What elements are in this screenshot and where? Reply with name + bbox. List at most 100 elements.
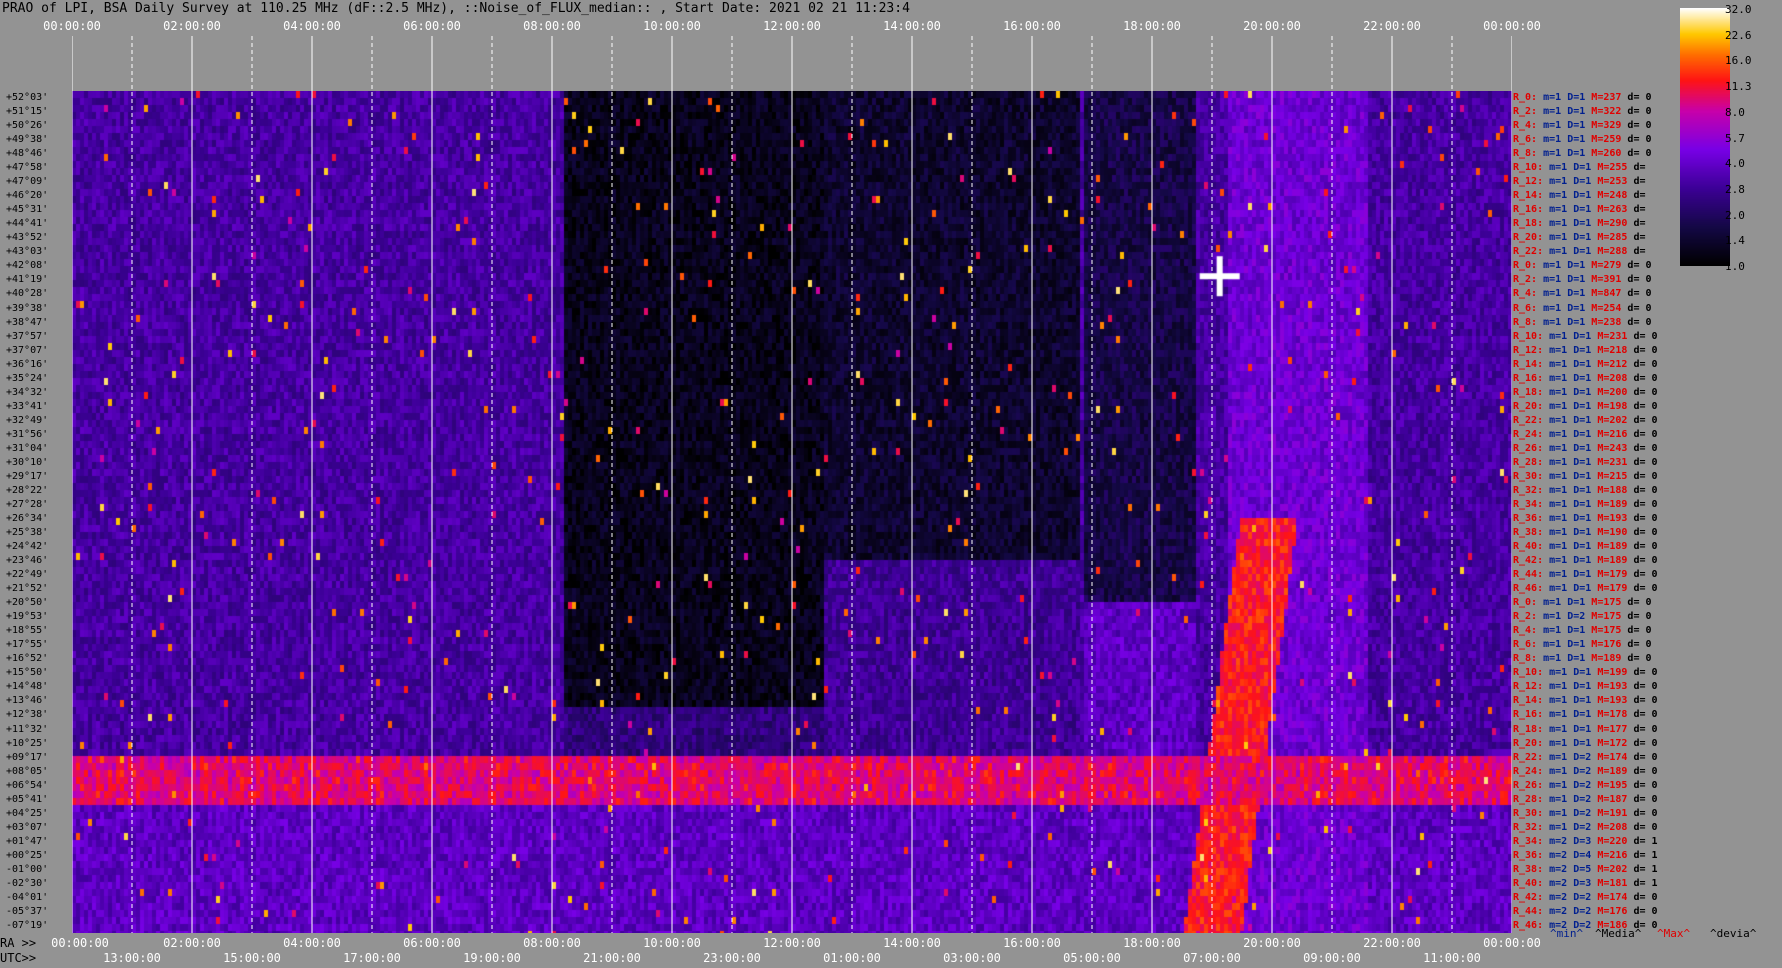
declination-label: +21°52' <box>6 583 49 595</box>
row-stat-field: m=1 <box>1543 498 1568 510</box>
row-stat-field: D=1 <box>1567 498 1592 510</box>
row-stat-field: d= 0 <box>1627 667 1658 679</box>
x-ra-tick-label: 02:00:00 <box>163 936 221 950</box>
row-stat-field: R_12: <box>1513 176 1544 188</box>
colorbar-tick-label: 2.8 <box>1725 182 1745 196</box>
declination-label: +15°50' <box>6 667 49 679</box>
x-top-tick-label: 22:00:00 <box>1363 19 1421 33</box>
row-stat-label: R_12: m=1 D=1 M=193 d= 0 <box>1513 681 1658 693</box>
row-stat-label: R_16: m=1 D=1 M=263 d= <box>1513 204 1645 216</box>
row-stat-field: R_34: <box>1513 498 1544 510</box>
row-stat-label: R_18: m=1 D=1 M=290 d= <box>1513 218 1645 230</box>
row-stat-field: d= 0 <box>1627 807 1658 819</box>
row-stat-field: d= 0 <box>1627 344 1658 356</box>
declination-label: +52°03' <box>6 92 49 103</box>
row-stat-label: R_8: m=1 D=1 M=260 d= 0 <box>1513 148 1652 160</box>
declination-label: +48°46' <box>6 148 49 160</box>
declination-label: +27°28' <box>6 498 49 510</box>
declination-label: +08°05' <box>6 765 49 777</box>
declination-label: +14°48' <box>6 681 49 693</box>
row-stat-field: R_10: <box>1513 330 1544 342</box>
row-stat-field: m=1 <box>1537 148 1562 160</box>
x-utc-tick-label: 17:00:00 <box>343 951 401 965</box>
row-stat-field: D=1 <box>1561 597 1586 609</box>
declination-label: +03°07' <box>6 821 49 833</box>
colorbar-tick-label: 32.0 <box>1725 3 1752 16</box>
row-stat-field: d= 0 <box>1627 583 1658 595</box>
row-stat-field: M=215 <box>1591 470 1628 482</box>
row-stat-field: m=1 <box>1543 344 1568 356</box>
row-stat-field: d= <box>1627 176 1646 188</box>
row-stat-field: d= 0 <box>1627 541 1658 553</box>
row-stat-label: R_14: m=1 D=1 M=193 d= 0 <box>1513 695 1658 707</box>
declination-label: +05°41' <box>6 793 49 805</box>
row-stat-field: M=189 <box>1591 765 1628 777</box>
row-stat-field: R_18: <box>1513 723 1544 735</box>
row-stat-field: m=1 <box>1537 260 1562 272</box>
row-stat-field: d= <box>1627 218 1646 230</box>
x-utc-tick-label: 15:00:00 <box>223 951 281 965</box>
declination-label: +33°41' <box>6 400 49 412</box>
row-stat-field: D=1 <box>1567 555 1592 567</box>
row-stat-field: R_38: <box>1513 527 1544 539</box>
row-stat-field: R_40: <box>1513 541 1544 553</box>
legend-footer-item: ^Max^ <box>1657 927 1691 940</box>
row-stat-field: R_8: <box>1513 316 1538 328</box>
row-stat-field: R_6: <box>1513 302 1538 314</box>
row-stat-field: R_30: <box>1513 807 1544 819</box>
declination-label: +37°57' <box>6 330 49 342</box>
row-stat-field: R_44: <box>1513 905 1544 917</box>
declination-label: +39°38' <box>6 302 49 314</box>
row-stat-field: d= 0 <box>1627 386 1658 398</box>
row-stat-field: M=208 <box>1591 821 1628 833</box>
x-utc-tick-label: 09:00:00 <box>1303 951 1361 965</box>
row-stat-field: m=2 <box>1543 835 1568 847</box>
row-stat-field: D=1 <box>1567 723 1592 735</box>
row-stat-field: D=4 <box>1567 849 1592 861</box>
row-stat-field: d= <box>1627 162 1646 174</box>
row-stat-field: R_42: <box>1513 891 1544 903</box>
row-stat-field: D=1 <box>1567 386 1592 398</box>
row-stat-field: M=208 <box>1591 372 1628 384</box>
row-stat-field: D=1 <box>1567 204 1592 216</box>
row-stat-field: D=1 <box>1561 625 1586 637</box>
legend-footer-item: ^min^ <box>1550 927 1584 940</box>
row-stat-field: D=1 <box>1567 583 1592 595</box>
row-stat-label: R_6: m=1 D=1 M=176 d= 0 <box>1513 639 1652 651</box>
row-stat-label: R_8: m=1 D=1 M=189 d= 0 <box>1513 653 1652 665</box>
declination-label: +22°49' <box>6 569 49 581</box>
x-top-tick-label: 20:00:00 <box>1243 19 1301 33</box>
row-stat-label: R_8: m=1 D=1 M=238 d= 0 <box>1513 317 1652 329</box>
row-stat-field: D=2 <box>1567 891 1592 903</box>
declination-label: +28°22' <box>6 484 49 496</box>
declination-label: +31°56' <box>6 428 49 440</box>
row-stat-field: D=1 <box>1561 92 1586 103</box>
row-stat-field: D=1 <box>1567 569 1592 581</box>
row-stat-field: d= 0 <box>1621 639 1652 651</box>
row-stat-field: R_8: <box>1513 148 1538 160</box>
row-stat-field: d= 0 <box>1621 316 1652 328</box>
row-stat-field: R_18: <box>1513 386 1544 398</box>
declination-label: +29°17' <box>6 470 49 482</box>
row-stat-field: m=1 <box>1543 330 1568 342</box>
row-stat-field: M=212 <box>1591 358 1628 370</box>
row-stat-field: D=1 <box>1567 414 1592 426</box>
row-stat-field: D=2 <box>1567 751 1592 763</box>
row-stat-label: R_26: m=1 D=2 M=195 d= 0 <box>1513 780 1658 792</box>
row-stat-field: R_4: <box>1513 120 1538 132</box>
declination-label: +25°38' <box>6 527 49 539</box>
row-stat-field: M=237 <box>1585 92 1622 103</box>
row-stat-field: R_46: <box>1513 919 1544 931</box>
row-stat-field: M=181 <box>1591 877 1628 889</box>
row-stat-field: D=1 <box>1567 176 1592 188</box>
row-stat-field: m=1 <box>1537 597 1562 609</box>
row-stat-field: d= 0 <box>1621 260 1652 272</box>
row-stat-field: M=279 <box>1585 260 1622 272</box>
row-stat-field: D=1 <box>1567 358 1592 370</box>
declination-label: +10°25' <box>6 737 49 749</box>
legend-footer-item: ^devia^ <box>1710 927 1757 940</box>
row-stat-field: m=1 <box>1543 793 1568 805</box>
row-stat-field: R_16: <box>1513 204 1544 216</box>
row-stat-field: R_2: <box>1513 274 1538 286</box>
x-top-tick-label: 00:00:00 <box>1483 19 1541 33</box>
